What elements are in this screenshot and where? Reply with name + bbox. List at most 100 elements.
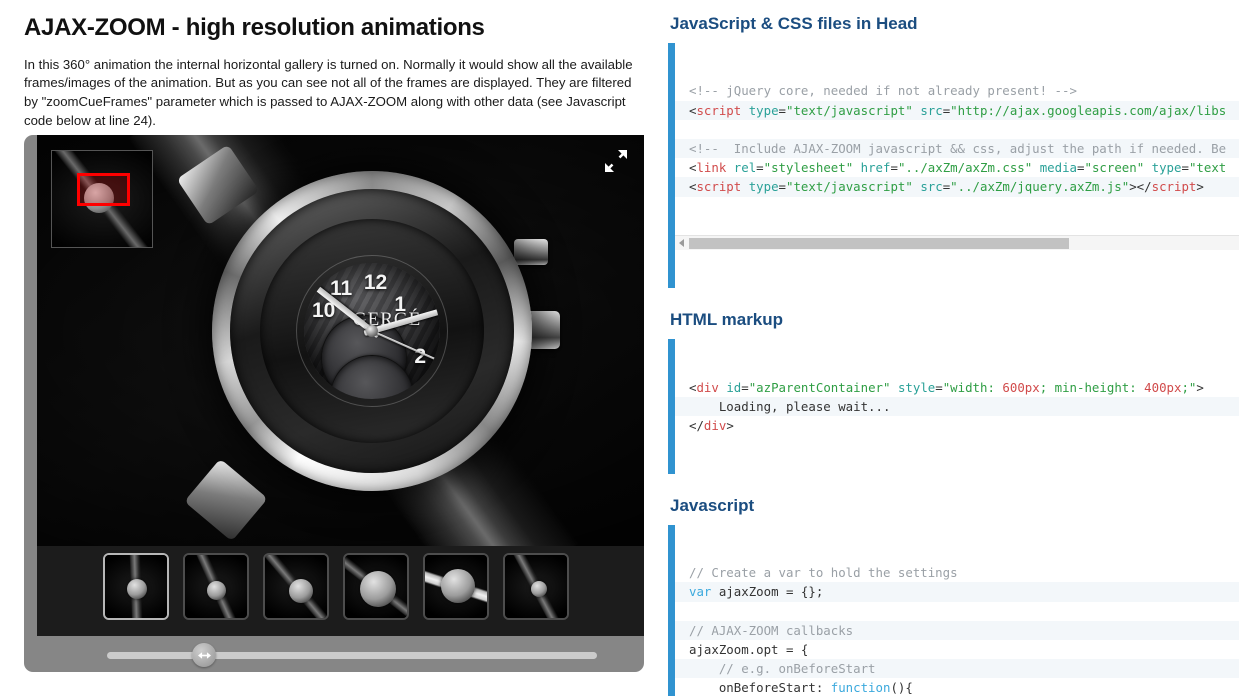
code-token: script bbox=[696, 102, 742, 118]
page-root: AJAX-ZOOM - high resolution animations I… bbox=[0, 0, 1239, 696]
zoom-viewer-frame: 12 1 2 4 5 7 8 10 11 bbox=[24, 135, 644, 672]
gallery-thumb-5[interactable] bbox=[423, 553, 489, 620]
code-token: ; min-height: bbox=[1039, 379, 1145, 395]
code-line: // Create a var to hold the settings bbox=[675, 563, 1239, 582]
code-token: type bbox=[1151, 160, 1182, 176]
code-token: = bbox=[1181, 160, 1189, 176]
code-token: "width: bbox=[942, 379, 1003, 395]
watch-case-inner: 12 1 2 4 5 7 8 10 11 bbox=[230, 189, 514, 473]
watch-pusher bbox=[514, 239, 548, 265]
code-token: "../axZm/axZm.css" bbox=[897, 160, 1033, 176]
code-token: src bbox=[920, 102, 943, 118]
code-block-javascript[interactable]: // Create a var to hold the settings var … bbox=[668, 524, 1239, 696]
code-line: </div> bbox=[675, 416, 1239, 435]
slider-track[interactable] bbox=[107, 652, 597, 659]
watch-hand-pivot bbox=[366, 325, 378, 337]
navigator-thumbnail[interactable] bbox=[51, 150, 153, 248]
code-line: <script type="text/javascript" src="http… bbox=[675, 100, 1239, 120]
code-token: "azParentContainer" bbox=[748, 379, 891, 395]
code-token: type bbox=[748, 102, 779, 118]
dial-numeral-12: 12 bbox=[363, 271, 388, 294]
code-line: <!-- Include AJAX-ZOOM javascript && css… bbox=[675, 138, 1239, 159]
code-line: onBeforeStart: function(){ bbox=[675, 678, 1239, 696]
code-line bbox=[675, 602, 1239, 621]
gallery-thumb-2[interactable] bbox=[183, 553, 249, 620]
thumb-case-5 bbox=[441, 569, 475, 603]
code-token: > bbox=[726, 418, 734, 434]
code-token: = bbox=[890, 160, 898, 176]
code-token: </ bbox=[689, 418, 704, 434]
thumb-case-4 bbox=[360, 571, 396, 607]
gallery-thumb-4[interactable] bbox=[343, 553, 409, 620]
slider-knob[interactable] bbox=[192, 643, 216, 667]
code-token: Loading, please wait... bbox=[689, 398, 891, 414]
scroll-left-arrow-icon[interactable] bbox=[679, 238, 684, 247]
code-token: "http://ajax.googleapis.com/ajax/libs bbox=[950, 102, 1227, 118]
code-block-head[interactable]: <!-- jQuery core, needed if not already … bbox=[668, 43, 1239, 289]
gallery-thumb-1[interactable] bbox=[103, 553, 169, 620]
code-token: = bbox=[741, 379, 749, 395]
right-column: JavaScript & CSS files in Head <!-- jQue… bbox=[668, 0, 1239, 696]
watch-dial: 12 1 2 4 5 7 8 10 11 bbox=[304, 263, 440, 399]
code-line: // AJAX-ZOOM callbacks bbox=[675, 620, 1239, 640]
spin-slider[interactable] bbox=[37, 636, 644, 675]
gallery-thumb-6[interactable] bbox=[503, 553, 569, 620]
code-token: var bbox=[689, 584, 712, 600]
code-token: ajaxZoom = {}; bbox=[711, 584, 824, 600]
code-token: <!-- jQuery core, needed if not already … bbox=[689, 83, 1077, 99]
code-token: // e.g. onBeforeStart bbox=[689, 661, 876, 677]
intro-paragraph: In this 360° animation the internal hori… bbox=[24, 56, 633, 128]
code-token: <!-- Include AJAX-ZOOM javascript && css… bbox=[689, 140, 1227, 156]
code-lines-head: <!-- jQuery core, needed if not already … bbox=[675, 81, 1239, 197]
thumbnail-list bbox=[103, 553, 569, 620]
code-line: <div id="azParentContainer" style="width… bbox=[675, 378, 1239, 397]
code-token: = bbox=[935, 379, 943, 395]
code-horizontal-scrollbar[interactable] bbox=[675, 234, 1239, 250]
fullscreen-icon[interactable] bbox=[602, 147, 630, 175]
section-title-head: JavaScript & CSS files in Head bbox=[670, 14, 918, 33]
code-token: div bbox=[703, 418, 727, 434]
code-token: ;" bbox=[1181, 379, 1197, 395]
code-token: style bbox=[897, 379, 936, 395]
code-token: type bbox=[748, 179, 779, 195]
code-token: media bbox=[1039, 160, 1078, 176]
code-token: rel bbox=[733, 160, 757, 176]
main-image-area[interactable]: 12 1 2 4 5 7 8 10 11 bbox=[37, 135, 644, 546]
thumbnail-gallery bbox=[37, 546, 644, 636]
code-token: = bbox=[778, 179, 787, 195]
code-token: "text/javascript" bbox=[786, 179, 913, 195]
code-token: > bbox=[1196, 179, 1204, 195]
code-token: "../axZm/jquery.axZm.js" bbox=[950, 179, 1130, 195]
scroll-thumb[interactable] bbox=[689, 237, 1069, 249]
code-line: Loading, please wait... bbox=[675, 396, 1239, 417]
code-token: = bbox=[756, 160, 764, 176]
code-line: ajaxZoom.opt = { bbox=[675, 640, 1239, 659]
code-token: script bbox=[696, 179, 742, 195]
code-line: // e.g. onBeforeStart bbox=[675, 659, 1239, 679]
section-title-javascript: Javascript bbox=[670, 495, 755, 515]
navigator-viewport-rect[interactable] bbox=[77, 173, 130, 206]
code-block-markup[interactable]: <div id="azParentContainer" style="width… bbox=[668, 339, 1239, 474]
gallery-thumb-3[interactable] bbox=[263, 553, 329, 620]
code-token: src bbox=[920, 179, 943, 195]
code-token: ></ bbox=[1129, 179, 1152, 195]
code-token: script bbox=[1151, 179, 1197, 195]
code-token: link bbox=[696, 160, 727, 176]
code-token: href bbox=[860, 160, 891, 176]
code-token: div bbox=[696, 379, 719, 395]
watch-case: 12 1 2 4 5 7 8 10 11 bbox=[212, 171, 532, 491]
code-token: "text bbox=[1188, 160, 1227, 176]
code-token: onBeforeStart: bbox=[689, 680, 831, 696]
code-token: // AJAX-ZOOM callbacks bbox=[689, 622, 854, 638]
thumb-case-1 bbox=[127, 579, 147, 599]
code-line: <!-- jQuery core, needed if not already … bbox=[675, 81, 1239, 100]
thumb-case-2 bbox=[207, 581, 226, 600]
code-token: 400px bbox=[1144, 379, 1182, 395]
